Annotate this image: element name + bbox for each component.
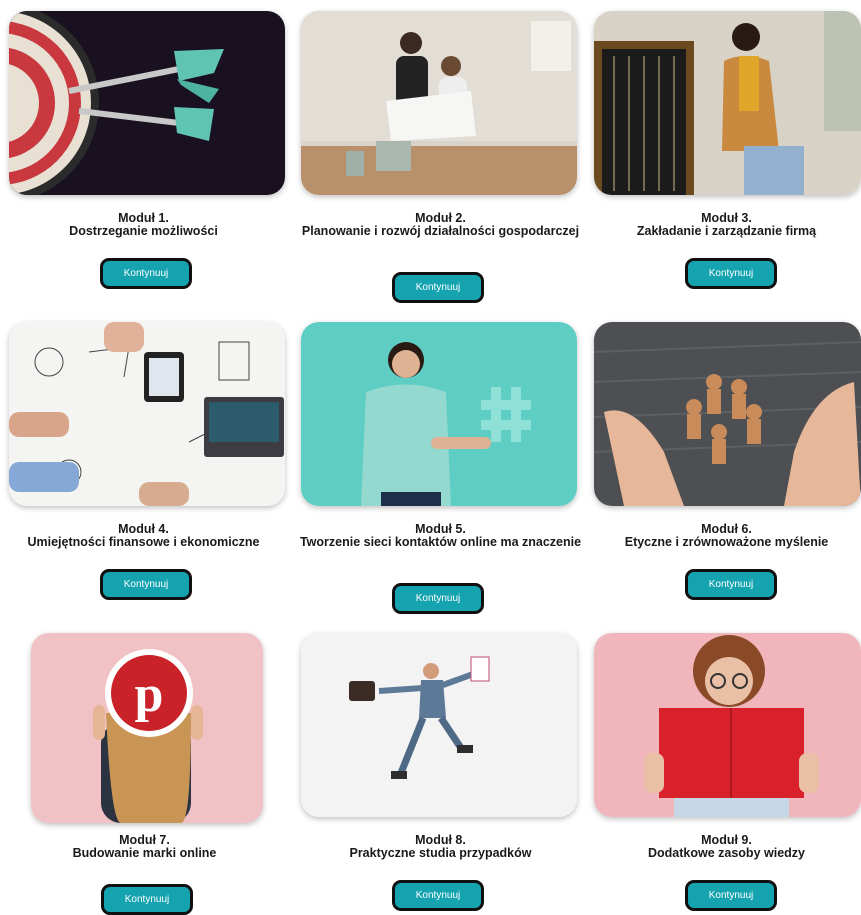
darts-target-image — [9, 11, 285, 195]
finance-desk-image — [9, 322, 285, 506]
module-title: Moduł 6. Etyczne i zrównoważone myślenie — [624, 522, 829, 549]
woman-red-book-image — [594, 633, 861, 817]
continue-button[interactable]: Kontynuuj — [101, 884, 193, 915]
continue-button[interactable]: Kontynuuj — [685, 569, 777, 600]
continue-button[interactable]: Kontynuuj — [100, 258, 192, 289]
running-businessman-image — [301, 633, 577, 817]
module-title: Moduł 4. Umiejętności finansowe i ekonom… — [27, 522, 260, 549]
module-title: Moduł 1. Dostrzeganie możliwości — [69, 211, 218, 238]
continue-button[interactable]: Kontynuuj — [685, 258, 777, 289]
module-title: Moduł 7. Budowanie marki online — [72, 833, 217, 860]
hashtag-woman-image — [301, 322, 577, 506]
continue-button[interactable]: Kontynuuj — [685, 880, 777, 911]
hands-figures-image — [594, 322, 861, 506]
continue-button[interactable]: Kontynuuj — [392, 272, 484, 303]
jewelry-shop-image — [594, 11, 861, 195]
module-title: Moduł 8. Praktyczne studia przypadków — [349, 833, 532, 860]
module-title: Moduł 5. Tworzenie sieci kontaktów onlin… — [299, 522, 582, 549]
module-title: Moduł 3. Zakładanie i zarządzanie firmą — [636, 211, 817, 238]
planning-people-image — [301, 11, 577, 195]
continue-button[interactable]: Kontynuuj — [392, 880, 484, 911]
continue-button[interactable]: Kontynuuj — [392, 583, 484, 614]
module-title: Moduł 2. Planowanie i rozwój działalnośc… — [301, 211, 580, 238]
svg-text:p: p — [135, 666, 164, 723]
module-title: Moduł 9. Dodatkowe zasoby wiedzy — [648, 833, 805, 860]
pinterest-logo-image: p — [31, 633, 263, 823]
continue-button[interactable]: Kontynuuj — [100, 569, 192, 600]
